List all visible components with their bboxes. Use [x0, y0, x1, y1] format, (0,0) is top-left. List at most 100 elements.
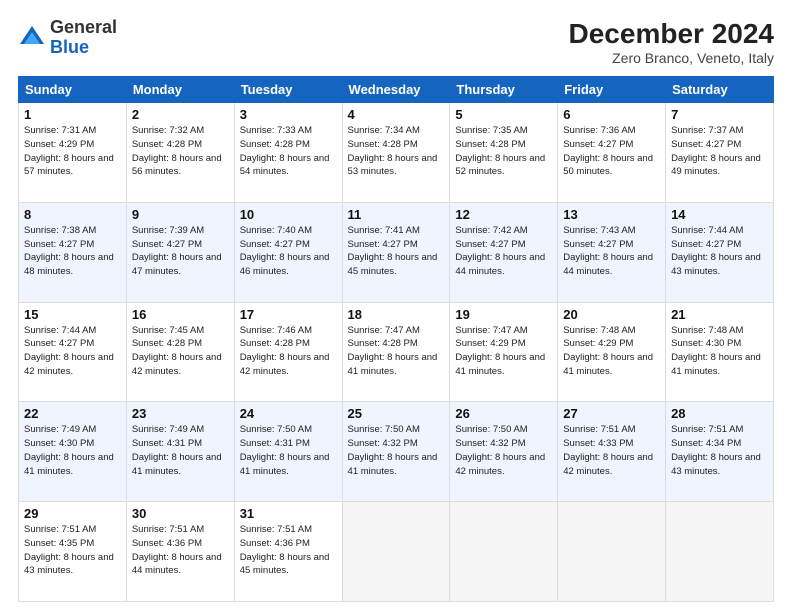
day-info: Sunrise: 7:41 AM Sunset: 4:27 PM Dayligh…: [348, 224, 445, 279]
sunrise: Sunrise: 7:50 AM: [348, 424, 420, 435]
daylight: Daylight: 8 hours and 43 minutes.: [671, 252, 761, 277]
week-row-4: 22 Sunrise: 7:49 AM Sunset: 4:30 PM Dayl…: [19, 402, 774, 502]
sunset: Sunset: 4:27 PM: [240, 239, 310, 250]
calendar-cell: 14 Sunrise: 7:44 AM Sunset: 4:27 PM Dayl…: [666, 202, 774, 302]
day-number: 7: [671, 107, 768, 122]
day-info: Sunrise: 7:42 AM Sunset: 4:27 PM Dayligh…: [455, 224, 552, 279]
daylight: Daylight: 8 hours and 41 minutes.: [455, 352, 545, 377]
calendar-cell: [666, 502, 774, 602]
sunrise: Sunrise: 7:33 AM: [240, 125, 312, 136]
day-info: Sunrise: 7:46 AM Sunset: 4:28 PM Dayligh…: [240, 324, 337, 379]
sunrise: Sunrise: 7:49 AM: [132, 424, 204, 435]
day-info: Sunrise: 7:43 AM Sunset: 4:27 PM Dayligh…: [563, 224, 660, 279]
sunset: Sunset: 4:28 PM: [455, 139, 525, 150]
day-info: Sunrise: 7:32 AM Sunset: 4:28 PM Dayligh…: [132, 124, 229, 179]
col-header-saturday: Saturday: [666, 77, 774, 103]
day-info: Sunrise: 7:45 AM Sunset: 4:28 PM Dayligh…: [132, 324, 229, 379]
day-number: 15: [24, 307, 121, 322]
daylight: Daylight: 8 hours and 50 minutes.: [563, 153, 653, 178]
sunrise: Sunrise: 7:47 AM: [455, 325, 527, 336]
sunrise: Sunrise: 7:49 AM: [24, 424, 96, 435]
daylight: Daylight: 8 hours and 42 minutes.: [132, 352, 222, 377]
day-info: Sunrise: 7:37 AM Sunset: 4:27 PM Dayligh…: [671, 124, 768, 179]
calendar-cell: 5 Sunrise: 7:35 AM Sunset: 4:28 PM Dayli…: [450, 103, 558, 203]
calendar-cell: 23 Sunrise: 7:49 AM Sunset: 4:31 PM Dayl…: [126, 402, 234, 502]
day-number: 29: [24, 506, 121, 521]
logo: General Blue: [18, 18, 117, 58]
calendar-cell: 15 Sunrise: 7:44 AM Sunset: 4:27 PM Dayl…: [19, 302, 127, 402]
col-header-wednesday: Wednesday: [342, 77, 450, 103]
col-header-sunday: Sunday: [19, 77, 127, 103]
sunset: Sunset: 4:29 PM: [455, 338, 525, 349]
calendar-cell: 16 Sunrise: 7:45 AM Sunset: 4:28 PM Dayl…: [126, 302, 234, 402]
daylight: Daylight: 8 hours and 44 minutes.: [455, 252, 545, 277]
page: General Blue December 2024 Zero Branco, …: [0, 0, 792, 612]
calendar-cell: 4 Sunrise: 7:34 AM Sunset: 4:28 PM Dayli…: [342, 103, 450, 203]
logo-general: General: [50, 18, 117, 38]
day-info: Sunrise: 7:39 AM Sunset: 4:27 PM Dayligh…: [132, 224, 229, 279]
day-info: Sunrise: 7:33 AM Sunset: 4:28 PM Dayligh…: [240, 124, 337, 179]
calendar-cell: 24 Sunrise: 7:50 AM Sunset: 4:31 PM Dayl…: [234, 402, 342, 502]
calendar-cell: [450, 502, 558, 602]
calendar-cell: 2 Sunrise: 7:32 AM Sunset: 4:28 PM Dayli…: [126, 103, 234, 203]
daylight: Daylight: 8 hours and 47 minutes.: [132, 252, 222, 277]
calendar-cell: 1 Sunrise: 7:31 AM Sunset: 4:29 PM Dayli…: [19, 103, 127, 203]
day-info: Sunrise: 7:47 AM Sunset: 4:28 PM Dayligh…: [348, 324, 445, 379]
sunrise: Sunrise: 7:42 AM: [455, 225, 527, 236]
sunset: Sunset: 4:27 PM: [24, 239, 94, 250]
sunrise: Sunrise: 7:51 AM: [563, 424, 635, 435]
day-info: Sunrise: 7:34 AM Sunset: 4:28 PM Dayligh…: [348, 124, 445, 179]
day-number: 23: [132, 406, 229, 421]
day-info: Sunrise: 7:49 AM Sunset: 4:30 PM Dayligh…: [24, 423, 121, 478]
calendar-cell: 13 Sunrise: 7:43 AM Sunset: 4:27 PM Dayl…: [558, 202, 666, 302]
sunset: Sunset: 4:30 PM: [24, 438, 94, 449]
daylight: Daylight: 8 hours and 44 minutes.: [563, 252, 653, 277]
day-info: Sunrise: 7:51 AM Sunset: 4:36 PM Dayligh…: [132, 523, 229, 578]
daylight: Daylight: 8 hours and 41 minutes.: [24, 452, 114, 477]
calendar-cell: 31 Sunrise: 7:51 AM Sunset: 4:36 PM Dayl…: [234, 502, 342, 602]
day-info: Sunrise: 7:49 AM Sunset: 4:31 PM Dayligh…: [132, 423, 229, 478]
calendar-cell: 26 Sunrise: 7:50 AM Sunset: 4:32 PM Dayl…: [450, 402, 558, 502]
calendar-table: SundayMondayTuesdayWednesdayThursdayFrid…: [18, 76, 774, 602]
daylight: Daylight: 8 hours and 41 minutes.: [671, 352, 761, 377]
sunrise: Sunrise: 7:44 AM: [671, 225, 743, 236]
day-info: Sunrise: 7:48 AM Sunset: 4:30 PM Dayligh…: [671, 324, 768, 379]
daylight: Daylight: 8 hours and 43 minutes.: [24, 552, 114, 577]
day-number: 3: [240, 107, 337, 122]
day-number: 13: [563, 207, 660, 222]
day-info: Sunrise: 7:50 AM Sunset: 4:32 PM Dayligh…: [455, 423, 552, 478]
day-info: Sunrise: 7:40 AM Sunset: 4:27 PM Dayligh…: [240, 224, 337, 279]
sunset: Sunset: 4:31 PM: [132, 438, 202, 449]
sunset: Sunset: 4:28 PM: [240, 139, 310, 150]
day-number: 2: [132, 107, 229, 122]
day-info: Sunrise: 7:44 AM Sunset: 4:27 PM Dayligh…: [671, 224, 768, 279]
sunrise: Sunrise: 7:43 AM: [563, 225, 635, 236]
header-row: SundayMondayTuesdayWednesdayThursdayFrid…: [19, 77, 774, 103]
day-number: 8: [24, 207, 121, 222]
logo-icon: [18, 24, 46, 52]
calendar-cell: 21 Sunrise: 7:48 AM Sunset: 4:30 PM Dayl…: [666, 302, 774, 402]
main-title: December 2024: [569, 18, 774, 50]
daylight: Daylight: 8 hours and 48 minutes.: [24, 252, 114, 277]
day-number: 16: [132, 307, 229, 322]
calendar-cell: 28 Sunrise: 7:51 AM Sunset: 4:34 PM Dayl…: [666, 402, 774, 502]
daylight: Daylight: 8 hours and 53 minutes.: [348, 153, 438, 178]
sunset: Sunset: 4:32 PM: [348, 438, 418, 449]
sunrise: Sunrise: 7:41 AM: [348, 225, 420, 236]
calendar-cell: 3 Sunrise: 7:33 AM Sunset: 4:28 PM Dayli…: [234, 103, 342, 203]
sunset: Sunset: 4:33 PM: [563, 438, 633, 449]
col-header-tuesday: Tuesday: [234, 77, 342, 103]
sunset: Sunset: 4:29 PM: [563, 338, 633, 349]
calendar-header: SundayMondayTuesdayWednesdayThursdayFrid…: [19, 77, 774, 103]
daylight: Daylight: 8 hours and 41 minutes.: [348, 352, 438, 377]
logo-text: General Blue: [50, 18, 117, 58]
sunset: Sunset: 4:28 PM: [132, 139, 202, 150]
calendar-cell: 12 Sunrise: 7:42 AM Sunset: 4:27 PM Dayl…: [450, 202, 558, 302]
calendar-cell: 18 Sunrise: 7:47 AM Sunset: 4:28 PM Dayl…: [342, 302, 450, 402]
daylight: Daylight: 8 hours and 45 minutes.: [240, 552, 330, 577]
sunset: Sunset: 4:27 PM: [563, 239, 633, 250]
col-header-friday: Friday: [558, 77, 666, 103]
sunset: Sunset: 4:28 PM: [240, 338, 310, 349]
day-number: 12: [455, 207, 552, 222]
daylight: Daylight: 8 hours and 46 minutes.: [240, 252, 330, 277]
